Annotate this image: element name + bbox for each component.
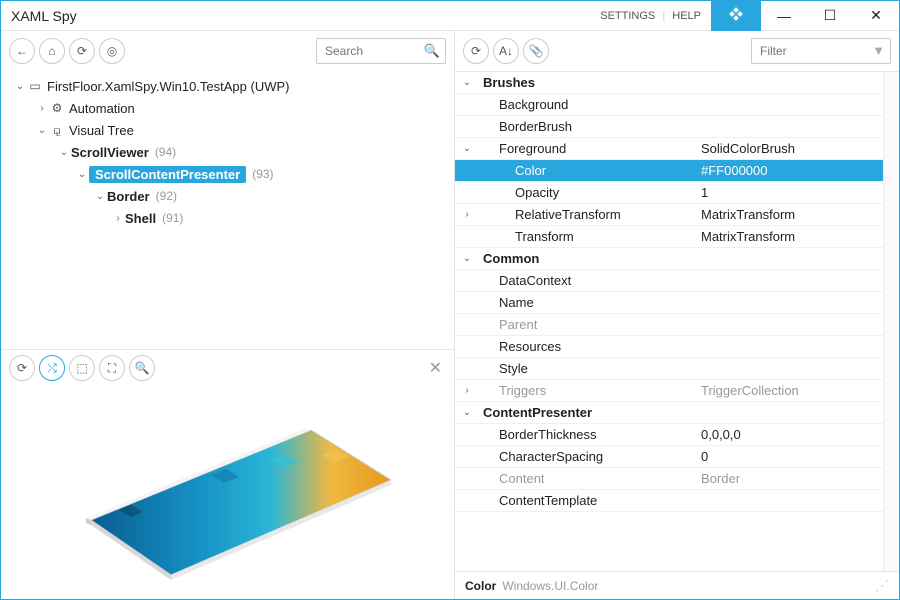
preview-refresh-button[interactable]: ⟳ <box>9 355 35 381</box>
filter-input[interactable] <box>751 38 891 64</box>
tree-node-visualtree[interactable]: ⌄ ⚼ Visual Tree <box>1 119 454 141</box>
prop-content[interactable]: ContentBorder <box>455 468 899 490</box>
prop-resources[interactable]: Resources <box>455 336 899 358</box>
preview-panel: ⟳ ⤭ ⬚ ⛶ 🔍 ✕ <box>1 349 454 599</box>
home-button[interactable]: ⌂ <box>39 38 65 64</box>
tree-node-automation[interactable]: › ⚙ Automation <box>1 97 454 119</box>
search-box: 🔍 <box>316 38 446 64</box>
prop-transform[interactable]: TransformMatrixTransform <box>455 226 899 248</box>
window-icon: ▭ <box>27 79 43 93</box>
resize-grip-icon[interactable]: ⋰ <box>875 577 889 594</box>
chevron-right-icon[interactable]: › <box>111 213 125 224</box>
minimize-button[interactable]: — <box>761 1 807 31</box>
prop-color[interactable]: Color#FF000000 <box>455 160 899 182</box>
chevron-down-icon[interactable]: ⌄ <box>75 169 89 180</box>
prop-borderbrush[interactable]: BorderBrush <box>455 116 899 138</box>
prop-characterspacing[interactable]: CharacterSpacing0 <box>455 446 899 468</box>
chevron-down-icon[interactable]: ⌄ <box>35 125 49 136</box>
tree-icon: ⚼ <box>49 123 65 138</box>
left-toolbar: ← ⌂ ⟳ ◎ 🔍 <box>1 31 454 71</box>
right-toolbar: ⟳ A↓ 📎 ▼ <box>455 31 899 71</box>
props-scrollbar[interactable] <box>883 72 899 571</box>
prop-parent[interactable]: Parent <box>455 314 899 336</box>
tree-node-scp[interactable]: ⌄ ScrollContentPresenter (93) <box>1 163 454 185</box>
prop-opacity[interactable]: Opacity1 <box>455 182 899 204</box>
preview-zoom-button[interactable]: 🔍 <box>129 355 155 381</box>
props-refresh-button[interactable]: ⟳ <box>463 38 489 64</box>
tree-node-scrollviewer[interactable]: ⌄ ScrollViewer (94) <box>1 141 454 163</box>
prop-relativetransform[interactable]: ›RelativeTransformMatrixTransform <box>455 204 899 226</box>
target-button[interactable]: ◎ <box>99 38 125 64</box>
search-icon: 🔍 <box>424 43 440 59</box>
status-type: Windows.UI.Color <box>502 579 598 593</box>
tree-node-shell[interactable]: › Shell (91) <box>1 207 454 229</box>
app-title: XAML Spy <box>1 8 77 24</box>
prop-group-common[interactable]: ⌄Common <box>455 248 899 270</box>
chevron-down-icon[interactable]: ⌄ <box>93 191 107 202</box>
refresh-button[interactable]: ⟳ <box>69 38 95 64</box>
chevron-down-icon[interactable]: ⌄ <box>57 147 71 158</box>
filter-box: ▼ <box>751 38 891 64</box>
prop-group-contentpresenter[interactable]: ⌄ContentPresenter <box>455 402 899 424</box>
right-panel: ⟳ A↓ 📎 ▼ ⌄Brushes Background BorderBrush… <box>455 31 899 599</box>
prop-datacontext[interactable]: DataContext <box>455 270 899 292</box>
visual-tree: ⌄ ▭ FirstFloor.XamlSpy.Win10.TestApp (UW… <box>1 71 454 349</box>
preview-close-button[interactable]: ✕ <box>425 354 446 382</box>
preview-3d-render[interactable] <box>71 400 401 580</box>
prop-background[interactable]: Background <box>455 94 899 116</box>
app-logo-icon <box>711 1 761 31</box>
chevron-right-icon[interactable]: › <box>35 103 49 114</box>
titlebar: XAML Spy SETTINGS | HELP — ☐ ✕ <box>1 1 899 31</box>
back-button[interactable]: ← <box>9 38 35 64</box>
help-link[interactable]: HELP <box>672 10 701 22</box>
props-attach-button[interactable]: 📎 <box>523 38 549 64</box>
prop-triggers[interactable]: ›TriggersTriggerCollection <box>455 380 899 402</box>
window-buttons: — ☐ ✕ <box>761 1 899 31</box>
close-button[interactable]: ✕ <box>853 1 899 31</box>
preview-fit-button[interactable]: ⛶ <box>99 355 125 381</box>
chevron-down-icon[interactable]: ⌄ <box>13 81 27 92</box>
prop-foreground[interactable]: ⌄ForegroundSolidColorBrush <box>455 138 899 160</box>
property-grid: ⌄Brushes Background BorderBrush ⌄Foregro… <box>455 71 899 571</box>
props-sort-button[interactable]: A↓ <box>493 38 519 64</box>
maximize-button[interactable]: ☐ <box>807 1 853 31</box>
preview-select-button[interactable]: ⬚ <box>69 355 95 381</box>
filter-icon: ▼ <box>872 43 885 58</box>
status-key: Color <box>465 579 496 593</box>
status-line: Color Windows.UI.Color ⋰ <box>455 571 899 599</box>
gear-icon: ⚙ <box>49 101 65 115</box>
settings-link[interactable]: SETTINGS <box>600 10 655 22</box>
prop-name[interactable]: Name <box>455 292 899 314</box>
prop-borderthickness[interactable]: BorderThickness0,0,0,0 <box>455 424 899 446</box>
tree-node-root[interactable]: ⌄ ▭ FirstFloor.XamlSpy.Win10.TestApp (UW… <box>1 75 454 97</box>
preview-3d-button[interactable]: ⤭ <box>39 355 65 381</box>
prop-contenttemplate[interactable]: ContentTemplate <box>455 490 899 512</box>
settings-help: SETTINGS | HELP <box>600 10 701 22</box>
prop-style[interactable]: Style <box>455 358 899 380</box>
preview-toolbar: ⟳ ⤭ ⬚ ⛶ 🔍 ✕ <box>1 350 454 386</box>
left-panel: ← ⌂ ⟳ ◎ 🔍 ⌄ ▭ FirstFloor.XamlSpy.Win10.T… <box>1 31 455 599</box>
prop-group-brushes[interactable]: ⌄Brushes <box>455 72 899 94</box>
tree-node-border[interactable]: ⌄ Border (92) <box>1 185 454 207</box>
